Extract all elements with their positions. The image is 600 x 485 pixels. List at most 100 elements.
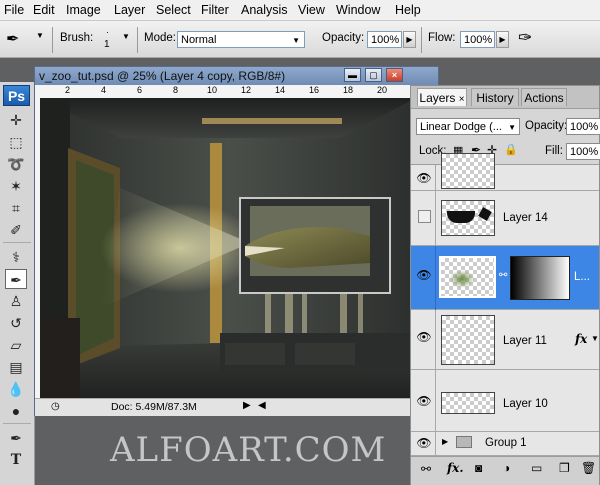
opacity-input[interactable]: 100% — [367, 31, 402, 48]
ruler-tick: 18 — [343, 85, 354, 95]
fx-icon[interactable]: fx. — [447, 461, 464, 475]
flow-slider-button[interactable]: ▶ — [496, 31, 509, 48]
tab-actions[interactable]: Actions — [521, 88, 567, 106]
layer-thumbnail — [441, 153, 495, 189]
menu-file[interactable]: File — [4, 3, 24, 17]
divider — [435, 432, 436, 456]
divider — [435, 310, 436, 370]
divider — [137, 27, 138, 53]
brush-dot-icon: · — [106, 27, 109, 37]
eyedropper-icon[interactable]: ✐ — [5, 220, 27, 240]
trash-icon[interactable]: 🗑 — [581, 461, 596, 475]
blend-mode-select[interactable]: Linear Dodge (... ▼ — [416, 118, 520, 135]
layer-row-layer-11[interactable]: 👁 Layer 11 fx ▼ — [411, 310, 599, 370]
airbrush-icon[interactable]: ✑ — [518, 28, 532, 48]
layer-thumbnail — [441, 200, 495, 236]
menu-select[interactable]: Select — [156, 3, 191, 17]
artwork — [40, 98, 416, 398]
blur-icon[interactable]: 💧 — [5, 379, 27, 399]
type-icon[interactable]: T — [5, 450, 27, 470]
mode-select[interactable]: Normal ▼ — [177, 31, 305, 48]
magic-wand-icon[interactable]: ✶ — [5, 176, 27, 196]
chevron-down-icon[interactable]: ▼ — [591, 334, 599, 343]
eye-icon[interactable]: 👁 — [413, 436, 435, 450]
status-menu-arrow[interactable]: ▶ — [243, 400, 251, 411]
healing-icon[interactable]: ⚕ — [5, 247, 27, 267]
ruler-tick: 10 — [207, 85, 218, 95]
photoshop-logo[interactable]: Ps — [3, 85, 30, 106]
layer-opacity-input[interactable]: 100% — [566, 118, 600, 135]
brush-size: 1 — [104, 39, 110, 50]
eye-icon[interactable]: 👁 — [413, 330, 435, 344]
crop-icon[interactable]: ⌗ — [5, 198, 27, 218]
layers-footer: ⚯ fx. ◙ ◑ ▭ ❐ 🗑 — [411, 456, 599, 485]
tab-layers[interactable]: Layers × — [417, 88, 467, 106]
menu-help[interactable]: Help — [395, 3, 421, 17]
layer-row-layer-14[interactable]: Layer 14 — [411, 191, 599, 246]
scroll-left-icon[interactable]: ◀ — [258, 400, 266, 411]
eye-icon[interactable]: 👁 — [413, 268, 435, 282]
sunglasses-shape — [447, 211, 475, 223]
document-title-bar[interactable]: v_zoo_tut.psd @ 25% (Layer 4 copy, RGB/8… — [35, 67, 438, 85]
ruler-tick: 16 — [309, 85, 320, 95]
link-icon[interactable]: ⚯ — [421, 462, 431, 476]
lasso-icon[interactable]: ➰ — [5, 154, 27, 174]
move-icon[interactable]: ✛ — [5, 110, 27, 130]
lock-all-icon[interactable]: 🔒 — [504, 143, 518, 156]
layer-name: L... — [574, 271, 590, 283]
expand-triangle-icon[interactable]: ▶ — [442, 437, 448, 446]
close-icon[interactable]: × — [459, 94, 465, 105]
preset-dropdown-arrow[interactable]: ▼ — [36, 31, 44, 40]
flow-input[interactable]: 100% — [460, 31, 495, 48]
menu-window[interactable]: Window — [336, 3, 380, 17]
ruler-tick: 4 — [101, 85, 107, 95]
history-brush-icon[interactable]: ↺ — [5, 313, 27, 333]
restore-button[interactable]: ▢ — [365, 68, 382, 82]
mode-label: Mode: — [144, 32, 176, 44]
fx-icon[interactable]: fx — [575, 332, 587, 346]
marquee-icon[interactable]: ⬚ — [5, 132, 27, 152]
menu-edit[interactable]: Edit — [33, 3, 55, 17]
layer-mask-thumbnail[interactable] — [510, 256, 570, 300]
menu-layer[interactable]: Layer — [114, 3, 145, 17]
folder-icon[interactable]: ▭ — [531, 461, 542, 475]
divider — [435, 370, 436, 432]
pen-icon[interactable]: ✒ — [5, 428, 27, 448]
adjustment-icon[interactable]: ◑ — [503, 461, 510, 475]
divider — [52, 27, 53, 53]
mask-icon[interactable]: ◙ — [475, 461, 482, 475]
tab-history[interactable]: History — [471, 88, 519, 106]
layer-thumbnail — [439, 256, 496, 298]
layer-row-group-1[interactable]: 👁 ▶ Group 1 — [411, 432, 599, 456]
menu-filter[interactable]: Filter — [201, 3, 229, 17]
dodge-icon[interactable]: ● — [5, 401, 27, 421]
link-icon[interactable]: ⚯ — [499, 270, 507, 281]
brush-icon[interactable]: ✒ — [5, 269, 27, 289]
gradient-icon[interactable]: ▤ — [5, 357, 27, 377]
close-button[interactable]: × — [386, 68, 403, 82]
eye-icon[interactable]: 👁 — [413, 394, 435, 408]
stamp-icon[interactable]: ♙ — [5, 291, 27, 311]
brush-picker[interactable]: · 1 ▼ — [94, 25, 132, 53]
mode-value: Normal — [181, 34, 217, 46]
minimize-button[interactable]: ▬ — [344, 68, 361, 82]
options-bar: ✒ ▼ Brush: · 1 ▼ Mode: Normal ▼ Opacity:… — [0, 21, 600, 58]
opacity-slider-button[interactable]: ▶ — [403, 31, 416, 48]
toolbox: Ps ✛ ⬚ ➰ ✶ ⌗ ✐ ⚕ ✒ ♙ ↺ ▱ ▤ 💧 ● ✒ T — [0, 82, 35, 485]
new-layer-icon[interactable]: ❐ — [559, 461, 570, 475]
eraser-icon[interactable]: ▱ — [5, 335, 27, 355]
layer-row[interactable]: 👁 — [411, 153, 599, 191]
ruler-tick: 20 — [377, 85, 388, 95]
divider — [421, 27, 422, 53]
menu-view[interactable]: View — [298, 3, 325, 17]
brush-preset-icon[interactable]: ✒ — [6, 29, 19, 49]
menu-analysis[interactable]: Analysis — [241, 3, 288, 17]
zoom-icon[interactable]: ◷ — [51, 401, 60, 412]
fill-input[interactable]: 100% — [566, 143, 600, 160]
layer-row-layer-10[interactable]: 👁 Layer 10 — [411, 370, 599, 432]
menu-image[interactable]: Image — [66, 3, 101, 17]
visibility-toggle[interactable] — [418, 210, 431, 223]
layer-row-selected[interactable]: 👁 ⚯ L... — [411, 246, 599, 310]
eye-icon[interactable]: 👁 — [413, 171, 435, 185]
document-canvas[interactable] — [40, 98, 416, 398]
